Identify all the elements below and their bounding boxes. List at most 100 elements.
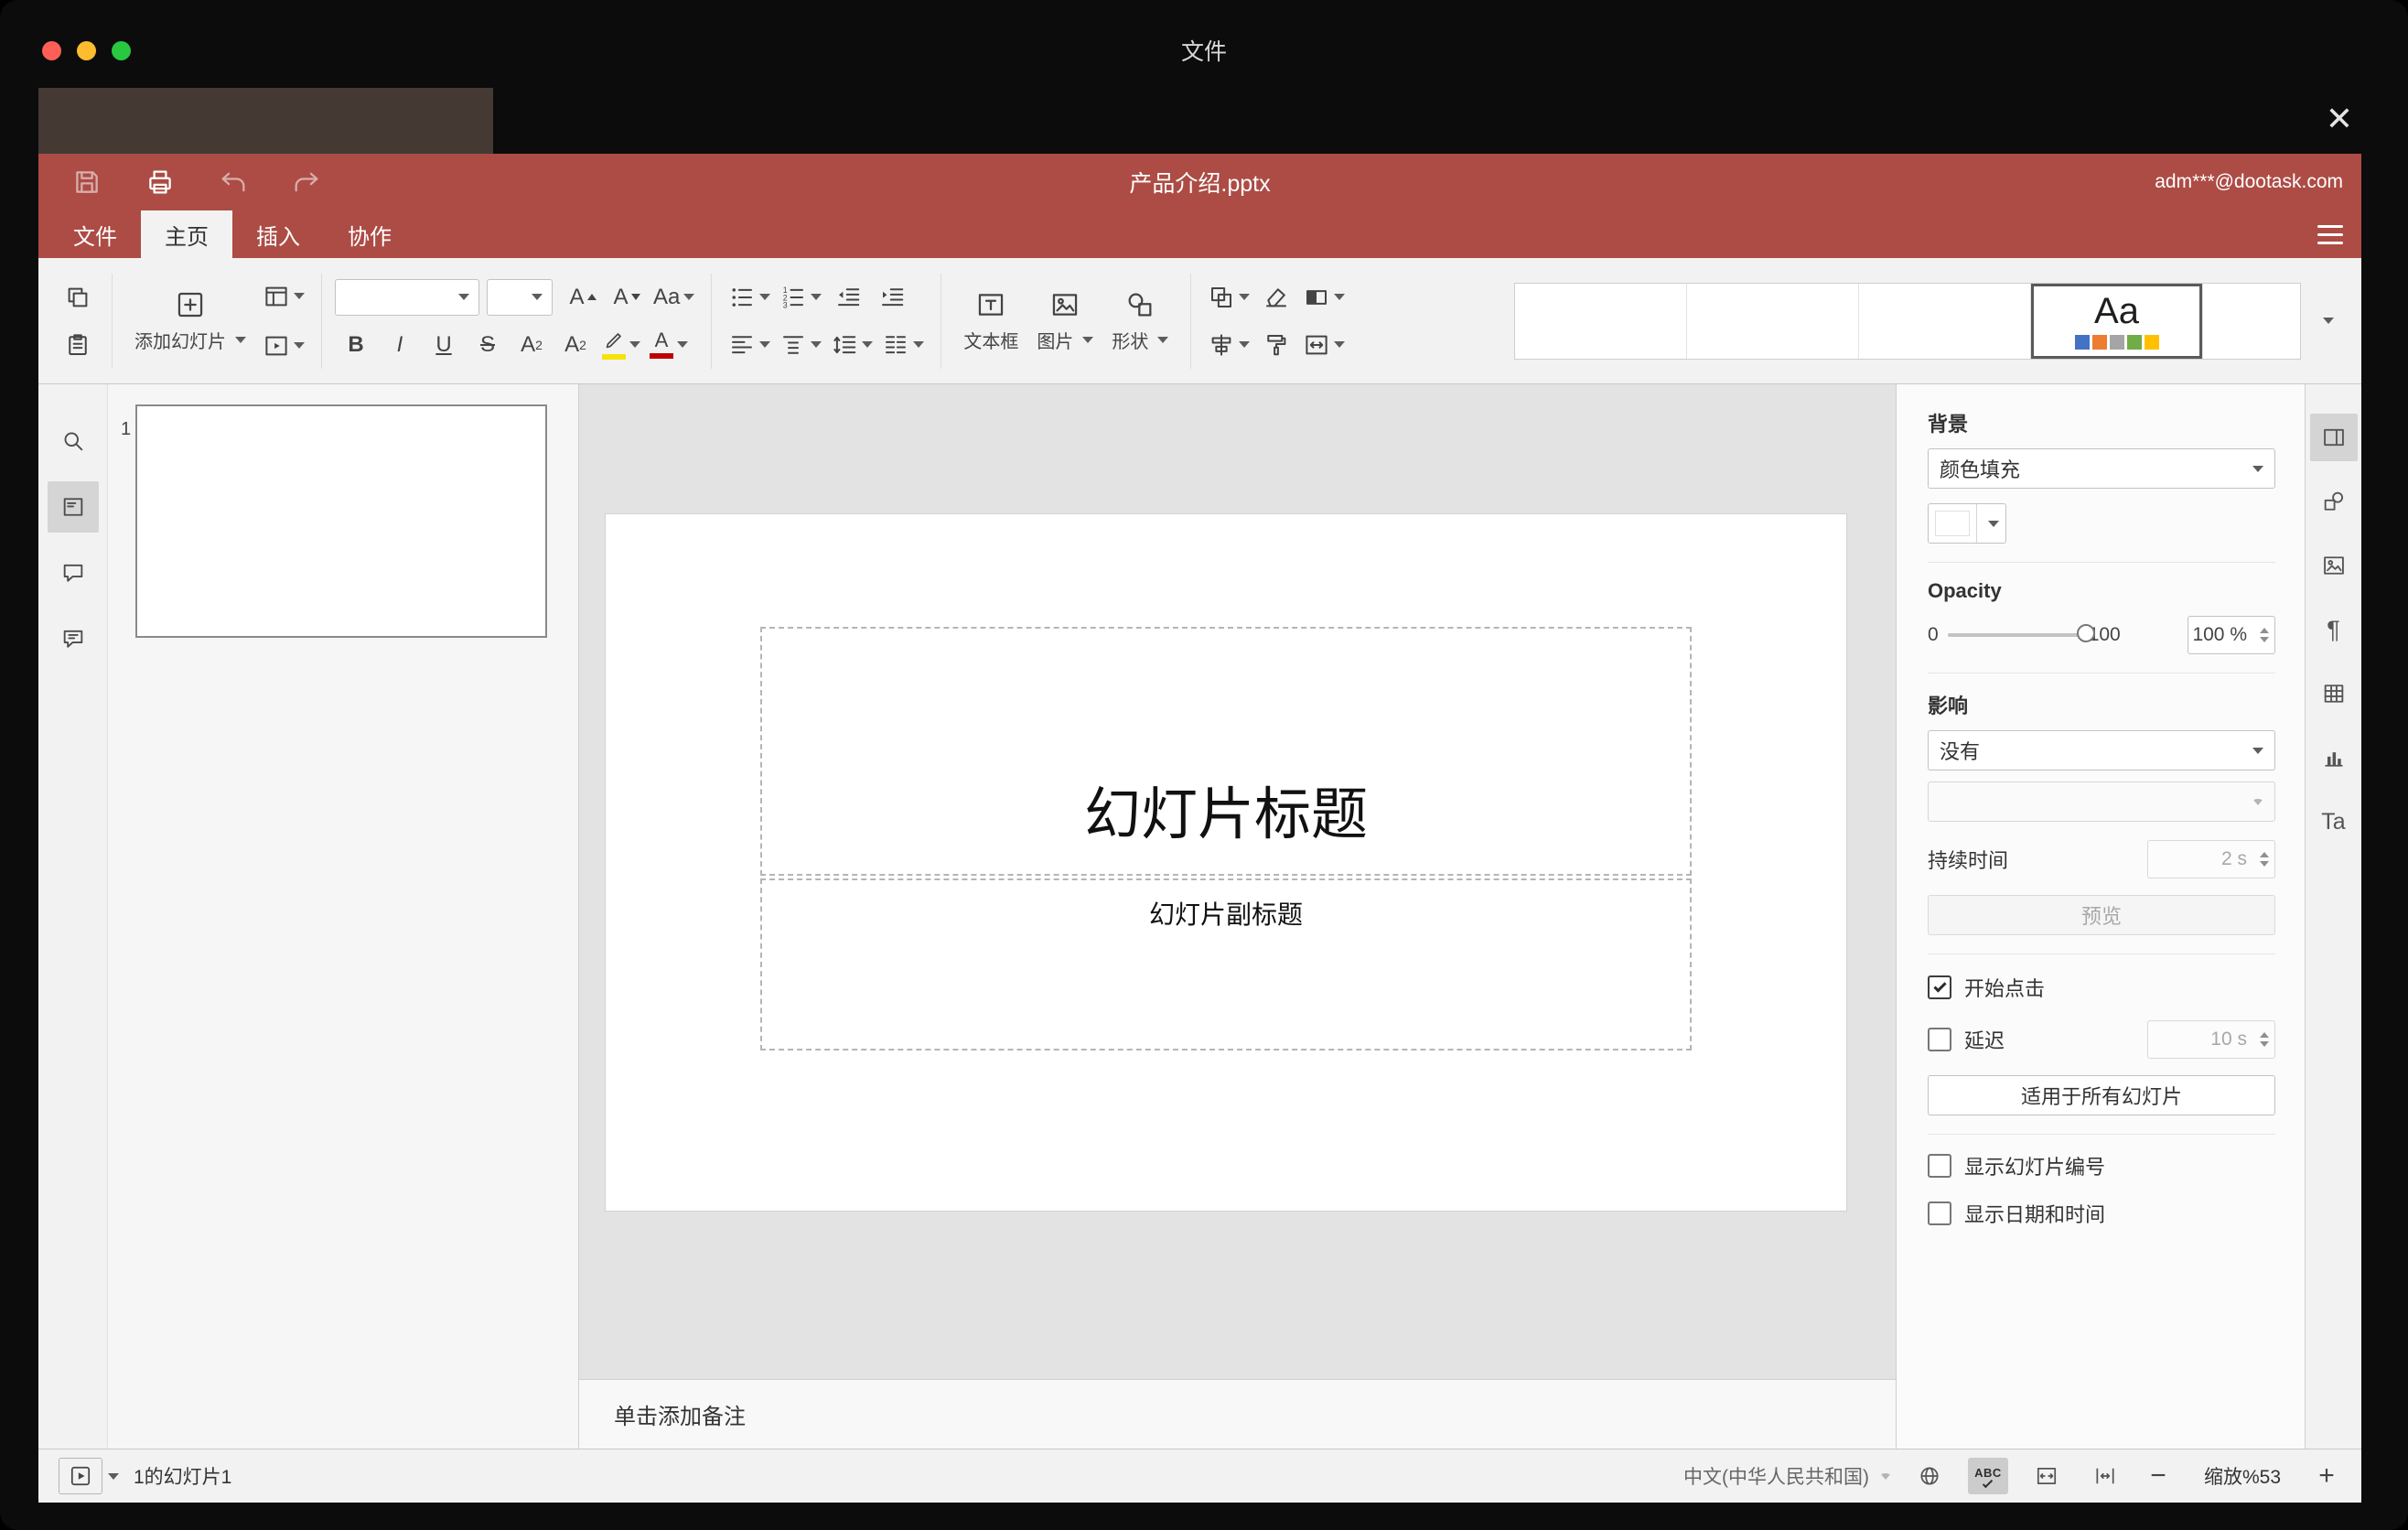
- italic-button[interactable]: I: [379, 325, 421, 365]
- slide-settings-button[interactable]: [2309, 414, 2358, 461]
- subtitle-placeholder[interactable]: 幻灯片副标题: [760, 878, 1692, 1051]
- paste-button[interactable]: [57, 325, 99, 365]
- close-traffic-light[interactable]: [42, 40, 61, 60]
- zoom-level[interactable]: 缩放%53: [2191, 1462, 2294, 1490]
- decrease-font-button[interactable]: A: [606, 277, 648, 318]
- slide-layout-button[interactable]: [259, 276, 308, 317]
- tab-home[interactable]: 主页: [141, 210, 232, 258]
- spellcheck-button[interactable]: ABC: [1968, 1458, 2008, 1494]
- opacity-slider[interactable]: [1947, 624, 2095, 642]
- comments-button[interactable]: [48, 547, 99, 598]
- table-settings-button[interactable]: [2310, 670, 2358, 717]
- opacity-slider-row: 0 100 100 %: [1928, 616, 2275, 654]
- textbox-button[interactable]: 文本框: [954, 268, 1027, 374]
- font-color-button[interactable]: A: [646, 325, 692, 365]
- spinner-up-icon[interactable]: [2260, 628, 2269, 633]
- add-slide-button[interactable]: 添加幻灯片: [125, 268, 255, 374]
- highlight-color-button[interactable]: [598, 325, 644, 365]
- delay-checkbox[interactable]: [1928, 1028, 1951, 1051]
- title-placeholder[interactable]: 幻灯片标题: [760, 627, 1692, 876]
- bold-button[interactable]: B: [335, 325, 377, 365]
- background-color-picker[interactable]: [1928, 503, 2006, 544]
- copy-button[interactable]: [57, 277, 99, 318]
- opacity-slider-knob[interactable]: [2076, 624, 2095, 642]
- image-settings-button[interactable]: [2310, 542, 2358, 589]
- delay-label: 延迟: [1964, 1029, 2005, 1052]
- preview-button[interactable]: 预览: [1928, 895, 2275, 935]
- change-case-button[interactable]: Aa: [650, 277, 698, 318]
- numbered-list-button[interactable]: 123: [776, 277, 825, 318]
- underline-button[interactable]: U: [423, 325, 465, 365]
- theme-option-2[interactable]: [1687, 283, 1859, 359]
- chevron-down-icon[interactable]: [108, 1472, 119, 1480]
- effect-select[interactable]: 没有: [1928, 730, 2275, 770]
- image-button[interactable]: 图片: [1027, 268, 1102, 374]
- fullscreen-traffic-light[interactable]: [112, 40, 131, 60]
- superscript-button[interactable]: A2: [511, 325, 553, 365]
- slide-size-button[interactable]: [1299, 325, 1349, 365]
- paragraph-settings-button[interactable]: ¶: [2310, 606, 2358, 653]
- textart-settings-button[interactable]: Ta: [2310, 798, 2358, 846]
- zoom-in-button[interactable]: +: [2312, 1458, 2341, 1494]
- language-selector[interactable]: 中文(中华人民共和国): [1683, 1462, 1891, 1490]
- spinner-down-icon[interactable]: [2260, 637, 2269, 642]
- font-name-select[interactable]: [335, 278, 479, 316]
- start-slideshow-button[interactable]: [259, 326, 308, 366]
- set-document-language-button[interactable]: [1909, 1458, 1950, 1494]
- align-shape-button[interactable]: [1204, 325, 1253, 365]
- clear-style-button[interactable]: [1255, 277, 1297, 318]
- background-fill-value: 颜色填充: [1940, 458, 2021, 481]
- arrange-shape-button[interactable]: [1204, 277, 1253, 318]
- slide[interactable]: 幻灯片标题 幻灯片副标题: [606, 514, 1846, 1211]
- tab-collaboration[interactable]: 协作: [324, 210, 415, 258]
- spinner-icons[interactable]: [2260, 617, 2269, 653]
- chat-button[interactable]: [48, 613, 99, 664]
- minimize-traffic-light[interactable]: [77, 40, 96, 60]
- slide-thumbnail[interactable]: [135, 404, 547, 638]
- bullet-list-button[interactable]: [725, 277, 774, 318]
- copy-style-button[interactable]: [1255, 325, 1297, 365]
- theme-option-3[interactable]: [1859, 283, 2031, 359]
- search-button[interactable]: [48, 415, 99, 467]
- start-slideshow-status-button[interactable]: [59, 1458, 102, 1494]
- tab-file[interactable]: 文件: [49, 210, 141, 258]
- show-slide-number-checkbox[interactable]: [1928, 1154, 1951, 1178]
- editor-canvas[interactable]: 幻灯片标题 幻灯片副标题: [579, 384, 1896, 1379]
- shape-settings-button[interactable]: [2310, 478, 2358, 525]
- vertical-align-button[interactable]: [776, 325, 825, 365]
- show-date-time-checkbox[interactable]: [1928, 1201, 1951, 1225]
- notes-area[interactable]: 单击添加备注: [579, 1379, 1896, 1449]
- zoom-out-button[interactable]: −: [2144, 1458, 2173, 1494]
- close-icon[interactable]: ✕: [2326, 102, 2353, 135]
- redo-button[interactable]: [285, 161, 328, 203]
- strikeout-button[interactable]: S: [467, 325, 509, 365]
- font-size-select[interactable]: [487, 278, 553, 316]
- theme-gallery-expand-button[interactable]: [2306, 283, 2347, 360]
- increase-indent-button[interactable]: [871, 277, 913, 318]
- apply-to-all-button[interactable]: 适用于所有幻灯片: [1928, 1075, 2275, 1115]
- tab-insert[interactable]: 插入: [232, 210, 324, 258]
- start-on-click-checkbox[interactable]: [1928, 975, 1951, 999]
- opacity-value-field[interactable]: 100 %: [2188, 616, 2275, 654]
- theme-option-selected[interactable]: Aa: [2031, 283, 2203, 359]
- line-spacing-button[interactable]: [827, 325, 876, 365]
- fit-to-slide-button[interactable]: [2026, 1458, 2067, 1494]
- effect-option-select[interactable]: [1928, 781, 2275, 822]
- color-scheme-button[interactable]: [1299, 277, 1349, 318]
- subscript-button[interactable]: A2: [554, 325, 597, 365]
- fit-to-width-button[interactable]: [2085, 1458, 2125, 1494]
- slide-settings-panel: 背景 颜色填充 Opacity 0 100 100 % 影响 没有 持续时间 2…: [1896, 384, 2305, 1449]
- shape-button[interactable]: 形状: [1102, 268, 1177, 374]
- slides-panel-button[interactable]: [47, 481, 99, 533]
- horizontal-align-button[interactable]: [725, 325, 774, 365]
- menu-icon[interactable]: [2317, 224, 2343, 244]
- undo-button[interactable]: [212, 161, 254, 203]
- save-button[interactable]: [66, 161, 108, 203]
- background-fill-select[interactable]: 颜色填充: [1928, 448, 2275, 489]
- decrease-indent-button[interactable]: [827, 277, 869, 318]
- print-button[interactable]: [139, 161, 181, 203]
- theme-option-1[interactable]: [1515, 283, 1687, 359]
- increase-font-button[interactable]: A: [562, 277, 604, 318]
- columns-button[interactable]: [878, 325, 928, 365]
- chart-settings-button[interactable]: [2310, 734, 2358, 781]
